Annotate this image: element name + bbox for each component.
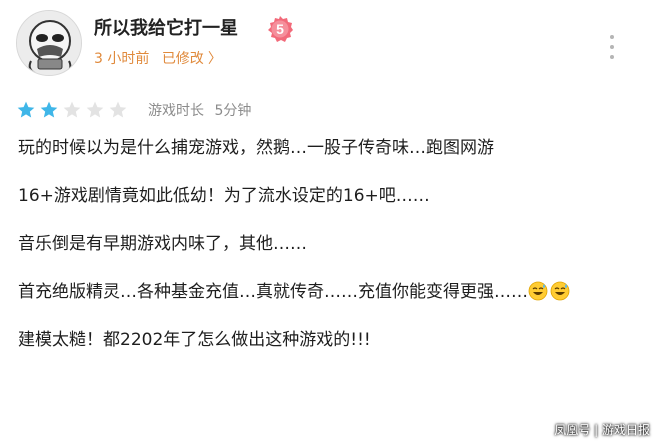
review-paragraph: 音乐倒是有早期游戏内味了，其他…… — [18, 234, 307, 254]
watermark: 凤凰号 | 游戏日报 — [554, 423, 650, 437]
playtime-label: 游戏时长 — [148, 103, 204, 119]
playtime: 游戏时长 5分钟 — [148, 100, 251, 120]
rating-row: 游戏时长 5分钟 — [16, 98, 251, 122]
chevron-right-icon: 〉 — [207, 51, 222, 67]
review-paragraph: 首充绝版精灵…各种基金充值…真就传奇……充值你能变得更强…… — [18, 277, 628, 307]
post-meta[interactable]: 3 小时前 已修改〉 — [94, 50, 222, 68]
sweat-smile-emoji-icon — [528, 281, 548, 301]
username[interactable]: 所以我给它打一星 — [94, 17, 238, 41]
sweat-smile-emoji-icon — [550, 281, 570, 301]
star-filled-icon — [40, 101, 58, 118]
star-empty-icon — [86, 101, 104, 118]
avatar-image — [17, 11, 81, 75]
review-paragraph-text: 首充绝版精灵…各种基金充值…真就传奇……充值你能变得更强…… — [18, 282, 528, 302]
more-options-icon[interactable] — [606, 35, 618, 59]
avatar[interactable] — [16, 10, 82, 76]
review-body: 玩的时候以为是什么捕宠游戏，然鹅…一股子传奇味…跑图网游 16+游戏剧情竟如此低… — [18, 133, 628, 373]
review-paragraph: 16+游戏剧情竟如此低幼！为了流水设定的16+吧…… — [18, 186, 430, 206]
star-empty-icon — [109, 101, 127, 118]
review-paragraph: 玩的时候以为是什么捕宠游戏，然鹅…一股子传奇味…跑图网游 — [18, 138, 494, 158]
star-rating — [16, 100, 128, 120]
edited-label: 已修改 — [161, 51, 204, 67]
level-badge: 5 — [268, 16, 293, 42]
playtime-value: 5分钟 — [214, 103, 252, 119]
star-filled-icon — [17, 101, 35, 118]
time-ago: 3 小时前 — [94, 51, 150, 67]
level-number: 5 — [276, 21, 284, 37]
star-empty-icon — [63, 101, 81, 118]
review-paragraph: 建模太糙！都2202年了怎么做出这种游戏的!!! — [18, 330, 371, 350]
